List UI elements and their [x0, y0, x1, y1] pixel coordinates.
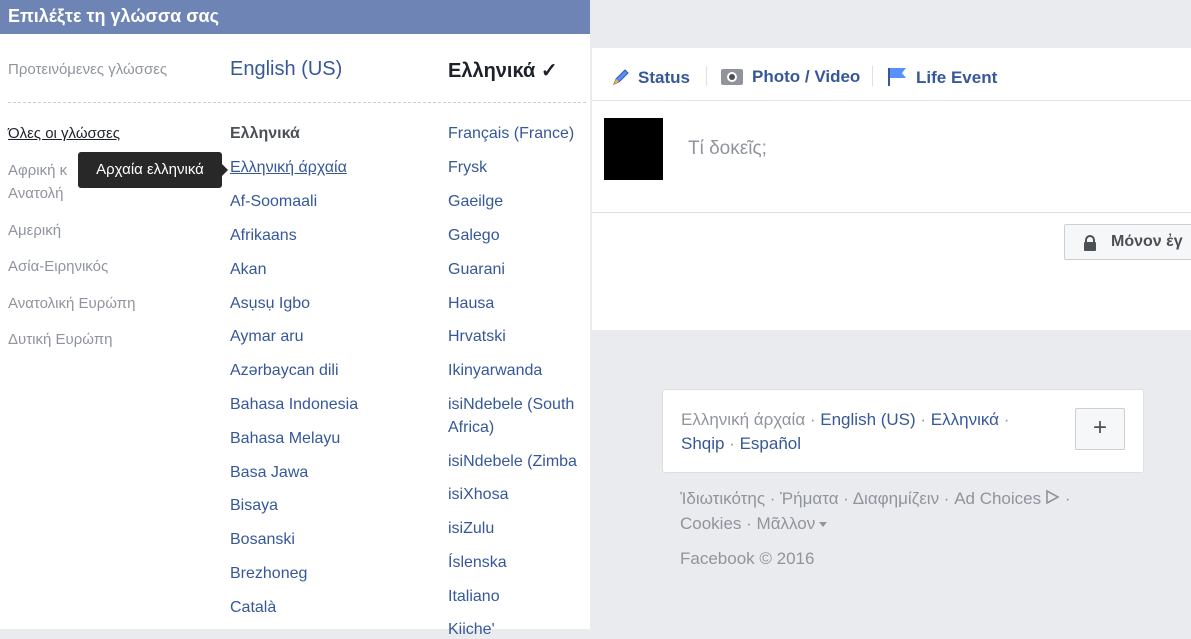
- language-option[interactable]: Bahasa Indonesia: [230, 396, 358, 414]
- language-option[interactable]: Basa Jawa: [230, 464, 308, 482]
- footer-language-list-line2: Shqip · Español: [681, 434, 801, 454]
- pencil-icon: [613, 69, 629, 85]
- flag-icon: [888, 68, 906, 86]
- copyright: Facebook © 2016: [680, 549, 815, 568]
- avatar[interactable]: [604, 118, 663, 180]
- caret-down-icon: [819, 522, 828, 527]
- language-option[interactable]: isiXhosa: [448, 486, 508, 504]
- language-current-header: Ελληνικά: [230, 125, 300, 142]
- divider: [592, 212, 1191, 213]
- separator-dot: ·: [805, 410, 821, 429]
- footer-language-current: Ελληνική άρχαία: [681, 410, 806, 429]
- ad-choices-icon: [1046, 489, 1060, 505]
- footer-language-list: Ελληνική άρχαία · English (US) · Ελληνικ…: [681, 410, 1009, 430]
- divider: [8, 102, 586, 103]
- region-all-languages[interactable]: Όλες οι γλώσσες: [8, 125, 120, 142]
- post-composer: Status Photo / Video Life Event Τί δοκεῖ…: [592, 48, 1191, 330]
- footer-links-line2: Cookies · Μᾶλλον: [680, 514, 828, 534]
- language-option[interactable]: Bahasa Melayu: [230, 430, 340, 448]
- tab-separator: [872, 66, 873, 86]
- language-option[interactable]: Galego: [448, 227, 500, 245]
- tooltip-arrow: [222, 164, 228, 176]
- more-languages-button[interactable]: +: [1075, 408, 1125, 450]
- footer-link-terms[interactable]: Ῥήματα: [780, 489, 838, 508]
- language-option[interactable]: Bosanski: [230, 531, 295, 549]
- footer-language-link[interactable]: English (US): [820, 410, 915, 429]
- region-asia-pacific[interactable]: Ασία-Ειρηνικός: [8, 258, 108, 275]
- region-africa-middle-east-line2[interactable]: Ανατολή: [8, 185, 64, 202]
- language-option[interactable]: Íslenska: [448, 554, 507, 572]
- region-eastern-europe[interactable]: Ανατολική Ευρώπη: [8, 295, 135, 312]
- tab-status[interactable]: Status: [610, 66, 690, 88]
- language-option-line2[interactable]: Africa): [448, 419, 494, 437]
- separator-dot: ·: [838, 489, 853, 508]
- separator-dot: ·: [765, 489, 781, 508]
- region-western-europe[interactable]: Δυτική Ευρώπη: [8, 331, 112, 348]
- privacy-selector-button[interactable]: Μόνον ἐγ: [1064, 224, 1191, 260]
- composer-input[interactable]: Τί δοκεῖς;: [688, 138, 767, 160]
- lock-icon: [1084, 235, 1096, 251]
- language-option[interactable]: Hrvatski: [448, 328, 506, 346]
- region-americas[interactable]: Αμερική: [8, 222, 61, 239]
- separator-dot: ·: [999, 410, 1010, 429]
- language-option[interactable]: isiNdebele (Zimba: [448, 453, 577, 471]
- dialog-title: Επιλέξτε τη γλώσσα σας: [0, 0, 590, 34]
- tab-photo-video[interactable]: Photo / Video: [720, 66, 860, 87]
- suggested-language-english[interactable]: English (US): [230, 58, 342, 81]
- tooltip: Αρχαία ελληνικά: [78, 152, 222, 188]
- language-option[interactable]: Gaeilge: [448, 193, 503, 211]
- separator-dot: ·: [724, 434, 740, 453]
- footer-link-ad-choices[interactable]: Ad Choices: [954, 489, 1041, 508]
- language-option[interactable]: Aymar aru: [230, 328, 304, 346]
- divider: [592, 100, 1191, 101]
- language-option[interactable]: Afrikaans: [230, 227, 297, 245]
- tab-status-label: Status: [638, 68, 690, 87]
- language-option[interactable]: Ikinyarwanda: [448, 362, 542, 380]
- footer-language-link[interactable]: Shqip: [681, 434, 724, 453]
- language-option[interactable]: Akan: [230, 261, 266, 279]
- language-option[interactable]: Català: [230, 599, 276, 617]
- separator-dot: ·: [1060, 489, 1071, 508]
- language-option[interactable]: isiNdebele (South: [448, 396, 574, 414]
- privacy-label: Μόνον ἐγ: [1111, 233, 1183, 250]
- region-africa-middle-east[interactable]: Αφρική κ: [8, 162, 67, 179]
- language-option[interactable]: Brezhoneg: [230, 565, 307, 583]
- language-option[interactable]: Af-Soomaali: [230, 193, 317, 211]
- language-option[interactable]: Bisaya: [230, 497, 278, 515]
- separator-dot: ·: [939, 489, 955, 508]
- suggested-languages-label: Προτεινόμενες γλώσσες: [8, 61, 168, 78]
- footer-language-box: Ελληνική άρχαία · English (US) · Ελληνικ…: [662, 389, 1144, 473]
- language-option[interactable]: Français (France): [448, 125, 574, 143]
- language-option[interactable]: Asụsụ Igbo: [230, 295, 310, 313]
- footer-link-more[interactable]: Μᾶλλον: [757, 514, 816, 533]
- tab-photo-video-label: Photo / Video: [752, 67, 861, 86]
- footer-link-cookies[interactable]: Cookies: [680, 514, 741, 533]
- footer-language-link[interactable]: Ελληνικά: [931, 410, 999, 429]
- language-option[interactable]: Azərbaycan dili: [230, 362, 339, 380]
- language-option[interactable]: Kiiche': [448, 621, 495, 639]
- separator-dot: ·: [741, 514, 757, 533]
- language-option[interactable]: Italiano: [448, 588, 500, 606]
- plus-icon: +: [1092, 414, 1107, 441]
- footer-link-advertising[interactable]: Διαφημίζειν: [853, 489, 939, 508]
- language-option[interactable]: Hausa: [448, 295, 494, 313]
- suggested-language-greek-selected[interactable]: Ελληνικά ✓: [448, 58, 558, 83]
- footer-links: Ἰδιωτικότης · Ῥήματα · Διαφημίζειν · Ad …: [680, 489, 1071, 509]
- tab-life-event-label: Life Event: [916, 68, 998, 87]
- language-option[interactable]: isiZulu: [448, 520, 494, 538]
- language-option[interactable]: Guarani: [448, 261, 505, 279]
- camera-icon: [721, 69, 743, 85]
- footer-language-link[interactable]: Español: [740, 434, 801, 453]
- footer-link-privacy[interactable]: Ἰδιωτικότης: [680, 489, 765, 508]
- language-option[interactable]: Ελληνική άρχαία: [230, 159, 347, 177]
- separator-dot: ·: [915, 410, 931, 429]
- language-dialog: Επιλέξτε τη γλώσσα σας Προτεινόμενες γλώ…: [0, 0, 590, 638]
- tab-separator: [706, 66, 707, 86]
- tab-life-event[interactable]: Life Event: [886, 66, 997, 88]
- language-option[interactable]: Frysk: [448, 159, 487, 177]
